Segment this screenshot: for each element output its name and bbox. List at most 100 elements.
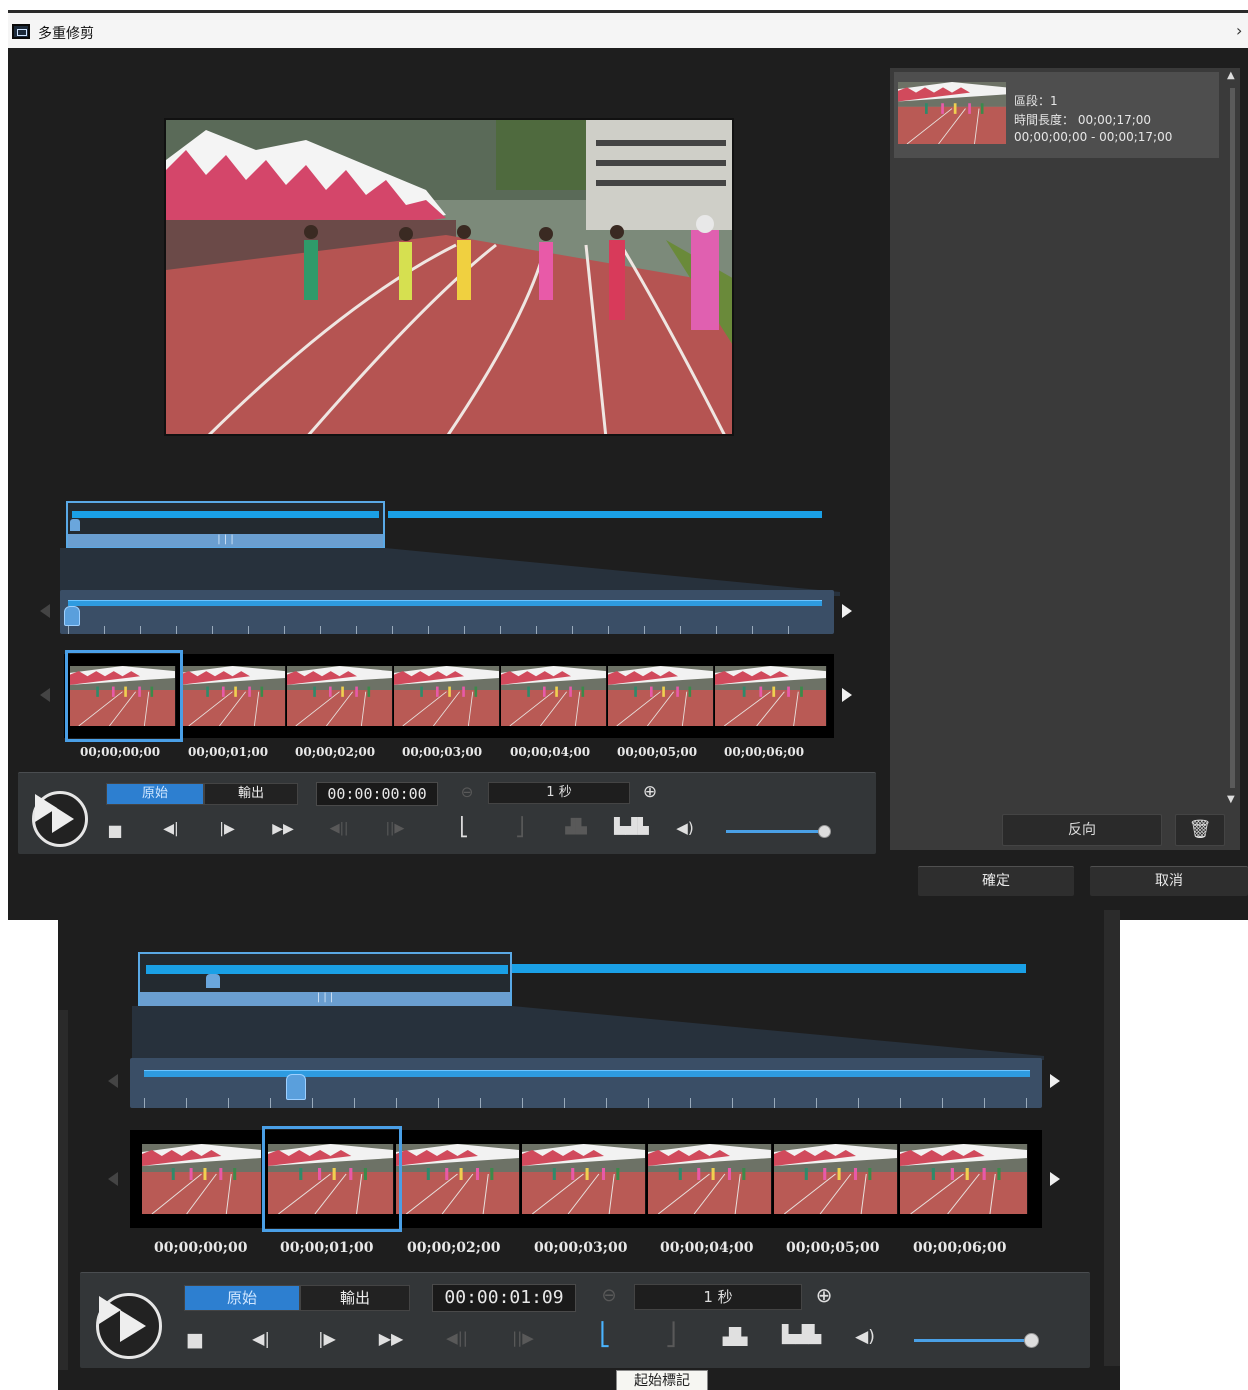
title-bar: 多重修剪 › xyxy=(8,10,1248,48)
output-mode-tab[interactable]: 輸出 xyxy=(204,783,298,805)
thumbnail-1[interactable] xyxy=(180,666,286,726)
volume-slider-knob[interactable] xyxy=(1024,1333,1039,1348)
preview-frame-image xyxy=(166,120,732,434)
mark-in-icon[interactable]: ⎣ xyxy=(448,817,480,838)
go-to-mark-out-icon[interactable]: ||▶ xyxy=(510,1329,536,1347)
overview-timeline-track[interactable] xyxy=(512,964,1026,973)
thumbnail-0[interactable] xyxy=(142,1144,262,1214)
zoomed-ruler[interactable] xyxy=(60,590,834,634)
overview-zoom-window[interactable]: | | | xyxy=(66,501,385,549)
go-to-mark-in-icon[interactable]: ◀|| xyxy=(328,821,350,836)
thumbnail-6[interactable] xyxy=(900,1144,1028,1214)
timecode-label: 00;00;04;00 xyxy=(660,1240,754,1256)
play-button[interactable] xyxy=(96,1293,162,1359)
ruler-scroll-left-icon[interactable] xyxy=(40,604,50,618)
timecode-label: 00;00;05;00 xyxy=(786,1240,880,1256)
overview-timeline-track[interactable] xyxy=(388,511,822,518)
overview-playhead[interactable] xyxy=(206,974,220,988)
original-mode-tab[interactable]: 原始 xyxy=(106,783,204,805)
ruler-playhead[interactable] xyxy=(64,606,80,626)
volume-slider-knob[interactable] xyxy=(818,825,831,838)
stop-icon[interactable]: ■ xyxy=(184,1329,206,1351)
timecode-label: 00;00;04;00 xyxy=(510,745,591,759)
cancel-button[interactable]: 取消 xyxy=(1090,866,1248,896)
ruler-playhead[interactable] xyxy=(286,1074,306,1100)
thumbnail-6[interactable] xyxy=(715,666,827,726)
thumbs-scroll-left-icon[interactable] xyxy=(108,1172,118,1186)
zoom-out-icon[interactable]: ⊖ xyxy=(596,1285,622,1306)
zoom-interval-field[interactable]: 1 秒 xyxy=(488,782,630,804)
app-window-icon xyxy=(12,24,30,39)
mark-out-icon[interactable]: ⎦ xyxy=(652,1323,690,1348)
volume-slider-track[interactable] xyxy=(914,1339,1034,1342)
current-frame-highlight xyxy=(65,650,183,742)
split-clip-icon[interactable]: ▟▙ xyxy=(560,819,592,835)
ruler-scroll-right-icon[interactable] xyxy=(842,604,852,618)
timecode-display[interactable]: 00:00:00:00 xyxy=(316,782,438,806)
thumbnail-3[interactable] xyxy=(522,1144,646,1214)
thumbnail-strip[interactable] xyxy=(130,1126,1042,1232)
go-to-mark-in-icon[interactable]: ◀|| xyxy=(444,1329,470,1347)
thumbnail-2[interactable] xyxy=(396,1144,520,1214)
zoom-out-icon[interactable]: ⊖ xyxy=(456,783,478,801)
mark-out-icon[interactable]: ⎦ xyxy=(504,817,536,838)
scene-detect-icon[interactable]: ▙▟▙ xyxy=(614,817,649,835)
multi-trim-dialog: 多重修剪 › | | | 00;00;00;00 00;00;01;00 00;… xyxy=(8,10,1248,920)
go-to-mark-out-icon[interactable]: ||▶ xyxy=(384,821,406,836)
scene-detect-icon[interactable]: ▙▟▙ xyxy=(782,1325,821,1345)
thumbnail-5[interactable] xyxy=(608,666,714,726)
ruler-scroll-left-icon[interactable] xyxy=(108,1074,118,1088)
zoom-projection xyxy=(132,1006,1044,1060)
next-frame-icon[interactable]: |▶ xyxy=(216,821,238,837)
volume-slider-track[interactable] xyxy=(726,830,826,833)
mark-in-icon[interactable]: ⎣ xyxy=(586,1323,624,1348)
split-clip-icon[interactable]: ▟▙ xyxy=(716,1327,754,1346)
timecode-label: 00;00;03;00 xyxy=(402,745,483,759)
zoomed-ruler[interactable] xyxy=(130,1058,1042,1108)
timecode-display[interactable]: 00:00:01:09 xyxy=(432,1284,576,1312)
thumbnail-3[interactable] xyxy=(394,666,500,726)
volume-icon[interactable]: ◀) xyxy=(674,819,696,837)
scrollbar-thumb[interactable] xyxy=(1230,88,1235,788)
thumbs-scroll-right-icon[interactable] xyxy=(1050,1172,1060,1186)
zoomed-trim-panel: | | | 00;00;00;00 00;00;01;00 00;00;02;0… xyxy=(58,910,1120,1390)
zoom-interval-field[interactable]: 1 秒 xyxy=(634,1284,802,1310)
zoom-window-grip[interactable]: | | | xyxy=(68,534,383,547)
overview-zoom-window[interactable]: | | | xyxy=(138,952,512,1008)
original-mode-tab[interactable]: 原始 xyxy=(184,1285,300,1311)
fast-forward-icon[interactable]: ▶▶ xyxy=(376,1329,406,1348)
window-title: 多重修剪 xyxy=(38,26,94,42)
ruler-ticks xyxy=(68,626,822,634)
thumbnail-2[interactable] xyxy=(287,666,393,726)
thumbnail-strip[interactable] xyxy=(64,650,834,742)
panel-left-edge xyxy=(58,1010,68,1370)
previous-frame-icon[interactable]: ◀| xyxy=(248,1329,274,1348)
clip-item[interactable]: 區段：1 時間長度： 00;00;17;00 00;00;00;00 - 00;… xyxy=(894,72,1219,158)
delete-clip-button[interactable]: 🗑︎ xyxy=(1175,814,1225,846)
scroll-down-icon[interactable]: ▼ xyxy=(1227,794,1235,805)
ok-button[interactable]: 確定 xyxy=(918,866,1074,896)
thumbnail-5[interactable] xyxy=(774,1144,898,1214)
zoom-in-icon[interactable]: ⊕ xyxy=(810,1283,838,1307)
play-button[interactable] xyxy=(32,791,88,847)
scroll-up-icon[interactable]: ▲ xyxy=(1227,70,1235,81)
previous-frame-icon[interactable]: ◀| xyxy=(160,821,182,837)
volume-icon[interactable]: ◀) xyxy=(852,1327,878,1347)
thumbs-scroll-right-icon[interactable] xyxy=(842,688,852,702)
thumbnail-4[interactable] xyxy=(501,666,607,726)
reverse-button[interactable]: 反向 xyxy=(1002,814,1162,846)
zoom-in-icon[interactable]: ⊕ xyxy=(638,782,662,802)
clip-range-label: 00;00;00;00 - 00;00;17;00 xyxy=(1014,130,1173,144)
ruler-scroll-right-icon[interactable] xyxy=(1050,1074,1060,1088)
zoom-window-grip[interactable]: | | | xyxy=(140,992,510,1006)
output-mode-tab[interactable]: 輸出 xyxy=(300,1285,410,1311)
overview-playhead[interactable] xyxy=(70,519,80,531)
mark-in-tooltip: 起始標記 xyxy=(616,1370,708,1390)
thumbnail-4[interactable] xyxy=(648,1144,772,1214)
thumbs-scroll-left-icon[interactable] xyxy=(40,688,50,702)
fast-forward-icon[interactable]: ▶▶ xyxy=(270,821,296,837)
close-icon[interactable]: › xyxy=(1236,21,1242,40)
stop-icon[interactable]: ■ xyxy=(106,821,124,840)
clip-list-scrollbar[interactable]: ▲ ▼ xyxy=(1227,70,1239,848)
next-frame-icon[interactable]: |▶ xyxy=(314,1329,340,1348)
